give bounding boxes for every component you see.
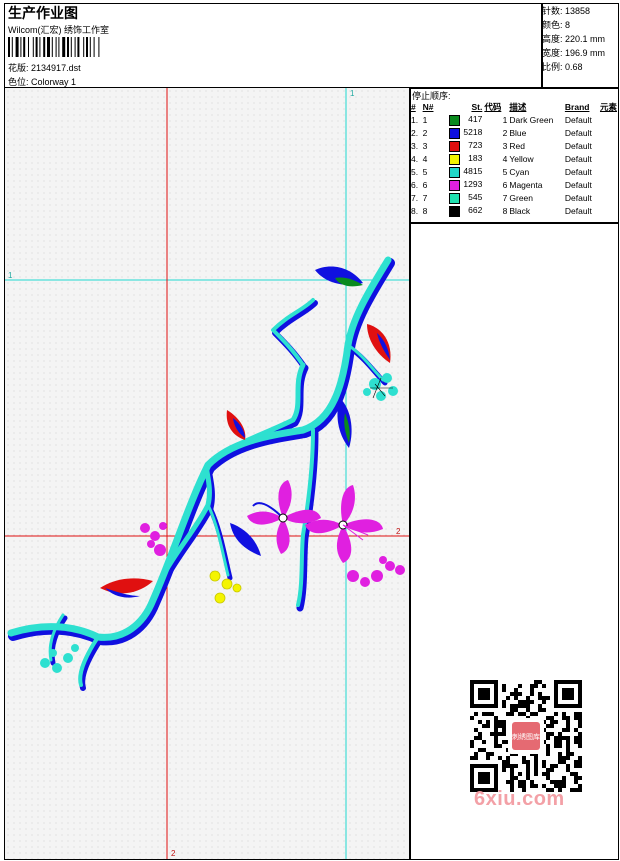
color-swatch: [448, 166, 460, 178]
stitch-count: 662: [468, 204, 483, 215]
stat-stitches: 针数: 13858: [542, 6, 591, 16]
stitch-count: 545: [468, 191, 483, 202]
design-stats: 针数: 13858 颜色: 8 高度: 220.1 mm 宽度: 196.9 m…: [542, 4, 605, 74]
color-row: 5. 5 4815 5 Cyan Default: [411, 165, 592, 178]
color-row: 1. 1 417 1 Dark Green Default: [411, 113, 592, 126]
stitch-count: 183: [468, 152, 483, 163]
color-row: 3. 3 723 3 Red Default: [411, 139, 592, 152]
colorway-row: 色位: Colorway 1: [8, 75, 76, 88]
guide-label-h1: 1: [8, 271, 13, 280]
studio-name: Wilcom(汇宏) 绣饰工作室: [8, 25, 109, 35]
qr-code: 刺绣图库: [470, 680, 582, 792]
table-bottom-line: [409, 222, 619, 224]
color-swatch: [448, 127, 460, 139]
colorway-label: 色位:: [8, 77, 29, 87]
stitch-count: 723: [468, 139, 483, 150]
guide-label-h2: 2: [396, 527, 401, 536]
stat-height: 高度: 220.1 mm: [542, 34, 606, 44]
color-swatch: [448, 140, 460, 152]
color-row: 4. 4 183 4 Yellow Default: [411, 152, 592, 165]
embroidery-design: 1 1 2 2: [5, 88, 409, 859]
color-swatch: [448, 153, 460, 165]
color-swatch: [448, 205, 460, 217]
qr-badge-text: 刺绣图库: [512, 732, 540, 741]
yellow-buds: [209, 570, 242, 604]
branch-fill: [7, 256, 392, 687]
color-row: 6. 6 1293 6 Magenta Default: [411, 178, 592, 191]
color-row: 2. 2 5218 2 Blue Default: [411, 126, 592, 139]
design-file-value: 2134917.dst: [31, 63, 81, 73]
color-table-header: # N# St. 代码 描述 Brand 元素: [411, 101, 617, 112]
flowers: [40, 373, 405, 673]
guide-label-v1: 1: [350, 89, 355, 98]
page-title: 生产作业图: [8, 5, 78, 21]
design-canvas: 1 1 2 2: [5, 88, 409, 859]
color-row: 7. 7 545 7 Green Default: [411, 191, 592, 204]
stat-scale: 比例: 0.68: [542, 62, 583, 72]
stat-colors: 颜色: 8: [542, 20, 571, 30]
color-swatch: [448, 192, 460, 204]
color-row: 8. 8 662 8 Black Default: [411, 204, 592, 217]
colorway-value: Colorway 1: [31, 77, 77, 87]
site-watermark: 6xiu.com: [474, 788, 565, 810]
design-file-row: 花版: 2134917.dst: [8, 61, 81, 74]
stitch-count: 5218: [463, 126, 483, 137]
guide-label-v2: 2: [171, 849, 176, 858]
color-table: # N# St. 代码 描述 Brand 元素 1. 1 417 1 Dark Gree…: [410, 100, 618, 217]
stat-width: 宽度: 196.9 mm: [542, 48, 606, 58]
color-swatch: [448, 179, 460, 191]
stitch-count: 417: [468, 113, 483, 124]
stitch-count: 4815: [463, 165, 483, 176]
stitch-count: 1293: [463, 178, 483, 189]
design-file-label: 花版:: [8, 63, 29, 73]
barcode: [8, 37, 100, 57]
color-swatch: [448, 114, 460, 126]
